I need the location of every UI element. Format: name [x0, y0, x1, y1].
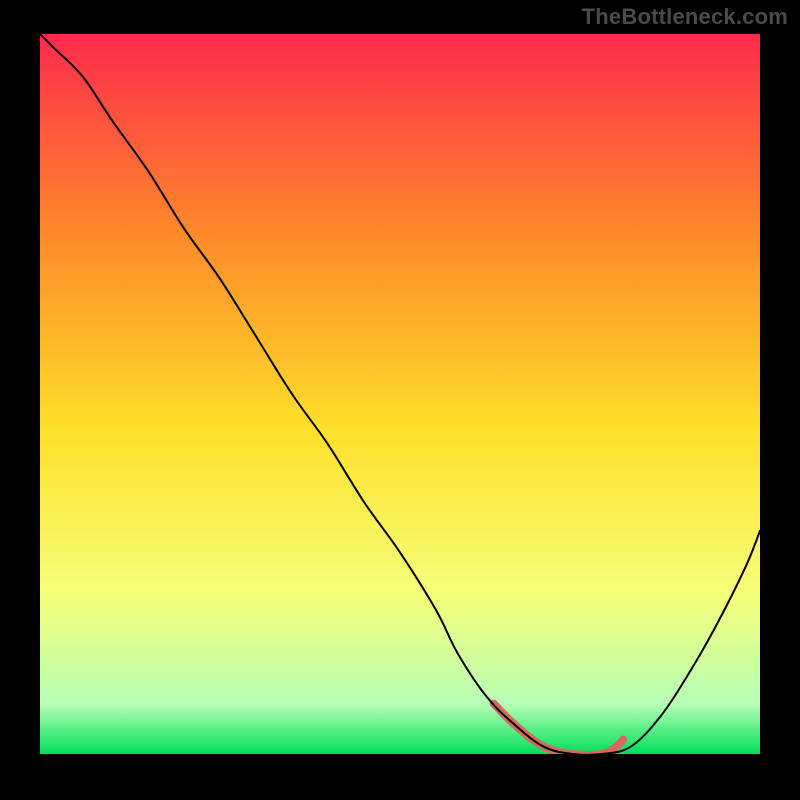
plot-area	[40, 34, 760, 754]
chart-frame: TheBottleneck.com	[0, 0, 800, 800]
attribution-watermark: TheBottleneck.com	[582, 4, 788, 30]
gradient-plot-svg	[40, 34, 760, 754]
gradient-background	[40, 34, 760, 754]
